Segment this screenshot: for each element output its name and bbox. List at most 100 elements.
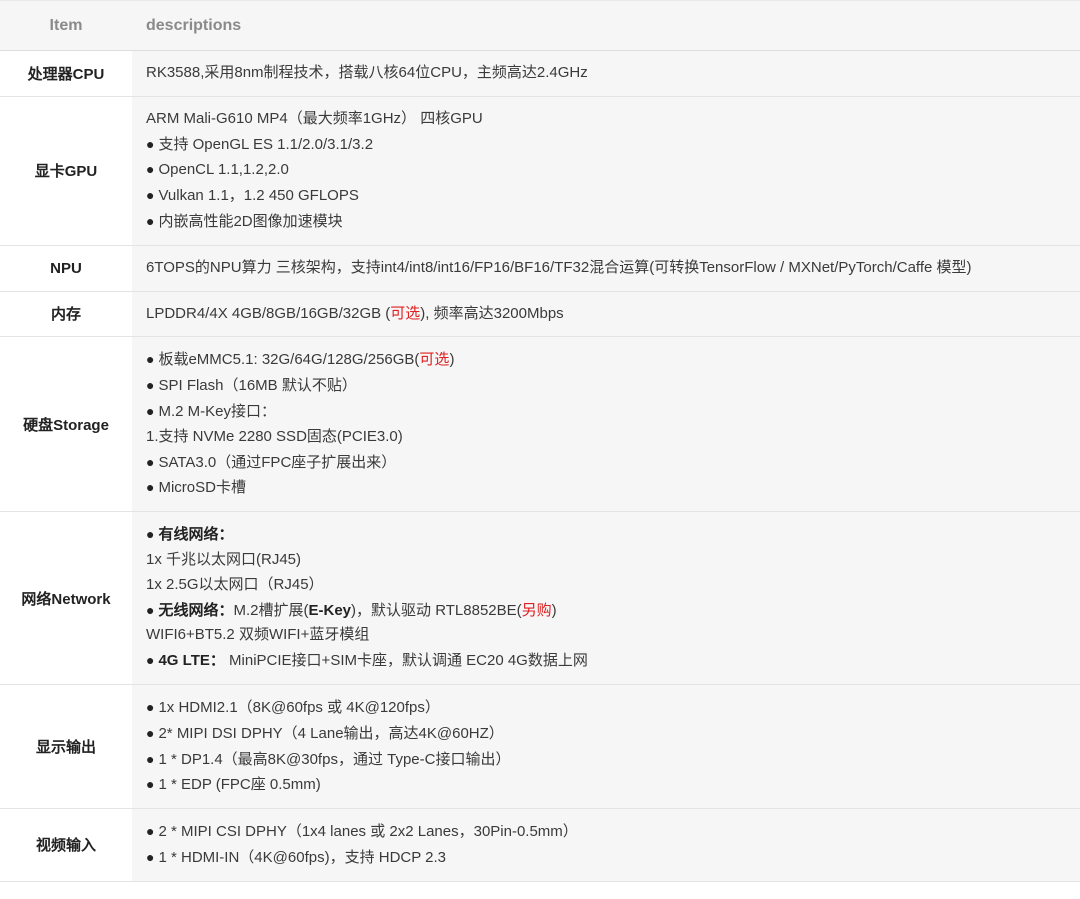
spec-item-label: 视频输入 bbox=[0, 808, 132, 882]
description-line: ● SPI Flash（16MB 默认不贴） bbox=[146, 373, 1080, 399]
table-header-row: Item descriptions bbox=[0, 0, 1080, 51]
highlight-text: 可选 bbox=[390, 304, 421, 322]
spec-description: ● 有线网络： 1x 千兆以太网口(RJ45) 1x 2.5G以太网口（RJ45） ● 无… bbox=[132, 511, 1080, 685]
table-row: 视频输入 ● 2 * MIPI CSI DPHY（1x4 lanes 或 2x2 L… bbox=[0, 808, 1080, 882]
description-line: ● 1 * EDP (FPC座 0.5mm) bbox=[146, 772, 1080, 798]
highlight-text: 另购 bbox=[521, 601, 552, 619]
description-text: RK3588,采用8nm制程技术，搭载八核64位CPU，主频高达2.4GHz bbox=[146, 64, 588, 81]
bullet-icon: ● bbox=[146, 351, 155, 368]
description-line: ● 1x HDMI2.1（8K@60fps 或 4K@120fps） bbox=[146, 695, 1080, 721]
spec-item-label: 网络Network bbox=[0, 511, 132, 685]
column-header-descriptions: descriptions bbox=[132, 0, 1080, 51]
bullet-icon: ● bbox=[146, 161, 155, 178]
description-line: ● 内嵌高性能2D图像加速模块 bbox=[146, 209, 1080, 235]
description-text: )，默认驱动 RTL8852BE( bbox=[351, 601, 522, 619]
description-line: ● Vulkan 1.1，1.2 450 GFLOPS bbox=[146, 183, 1080, 209]
description-line: ● 有线网络： bbox=[146, 522, 1080, 548]
bullet-icon: ● bbox=[146, 776, 155, 793]
spec-item-label: 硬盘Storage bbox=[0, 336, 132, 513]
description-text: LPDDR4/4X 4GB/8GB/16GB/32GB ( bbox=[146, 304, 391, 322]
description-text: 支持 OpenGL ES 1.1/2.0/3.1/3.2 bbox=[158, 135, 374, 153]
table-row: 内存 LPDDR4/4X 4GB/8GB/16GB/32GB (可选), 频率高达… bbox=[0, 291, 1080, 338]
bullet-icon: ● bbox=[146, 526, 155, 543]
description-line: ● MicroSD卡槽 bbox=[146, 475, 1080, 501]
description-text: 1x HDMI2.1（8K@60fps 或 4K@120fps） bbox=[158, 698, 440, 716]
spec-item-label: 显示输出 bbox=[0, 684, 132, 810]
description-text: SATA3.0（通过FPC座子扩展出来） bbox=[158, 453, 397, 471]
spec-description: 6TOPS的NPU算力 三核架构，支持int4/int8/int16/FP16/… bbox=[132, 245, 1080, 292]
description-line: 6TOPS的NPU算力 三核架构，支持int4/int8/int16/FP16/… bbox=[146, 256, 1080, 281]
bullet-icon: ● bbox=[146, 453, 155, 470]
spec-description: ● 板载eMMC5.1: 32G/64G/128G/256GB(可选) ● SPI F… bbox=[132, 336, 1080, 513]
highlight-text: 可选 bbox=[419, 351, 450, 369]
description-line: ● 4G LTE： MiniPCIE接口+SIM卡座，默认调通 EC20 4G数据… bbox=[146, 648, 1080, 674]
description-text: 内嵌高性能2D图像加速模块 bbox=[158, 212, 343, 230]
table-row: 显示输出 ● 1x HDMI2.1（8K@60fps 或 4K@120fps） ● 2*… bbox=[0, 684, 1080, 810]
bullet-icon: ● bbox=[146, 377, 155, 394]
column-header-item: Item bbox=[0, 0, 132, 51]
description-text: 2* MIPI DSI DPHY（4 Lane输出，高达4K@60HZ） bbox=[158, 724, 504, 742]
bullet-icon: ● bbox=[146, 698, 155, 715]
bullet-icon: ● bbox=[146, 479, 155, 496]
spec-description: ARM Mali-G610 MP4（最大频率1GHz） 四核GPU ● 支持 Ope… bbox=[132, 96, 1080, 246]
spec-table: Item descriptions 处理器CPU RK3588,采用8nm制程技术… bbox=[0, 0, 1080, 882]
bullet-icon: ● bbox=[146, 750, 155, 767]
table-body: 处理器CPU RK3588,采用8nm制程技术，搭载八核64位CPU，主频高达2.… bbox=[0, 50, 1080, 882]
bullet-icon: ● bbox=[146, 212, 155, 229]
table-row: 显卡GPU ARM Mali-G610 MP4（最大频率1GHz） 四核GPU ● 支… bbox=[0, 96, 1080, 246]
description-text: 2 * MIPI CSI DPHY（1x4 lanes 或 2x2 Lanes，… bbox=[158, 823, 578, 841]
spec-item-label: NPU bbox=[0, 245, 132, 292]
bold-text: 4G LTE： bbox=[158, 652, 225, 670]
bullet-icon: ● bbox=[146, 848, 155, 865]
bullet-icon: ● bbox=[146, 402, 155, 419]
description-text: Vulkan 1.1，1.2 450 GFLOPS bbox=[158, 187, 359, 205]
description-text: 1 * DP1.4（最高8K@30fps，通过 Type-C接口输出） bbox=[158, 750, 511, 768]
bullet-icon: ● bbox=[146, 823, 155, 840]
description-line: ● 1 * HDMI-IN（4K@60fps)，支持 HDCP 2.3 bbox=[146, 845, 1080, 871]
description-line: ● 2* MIPI DSI DPHY（4 Lane输出，高达4K@60HZ） bbox=[146, 721, 1080, 747]
bold-text: 无线网络： bbox=[158, 601, 234, 619]
description-line: ● 1 * DP1.4（最高8K@30fps，通过 Type-C接口输出） bbox=[146, 747, 1080, 773]
description-line: ● SATA3.0（通过FPC座子扩展出来） bbox=[146, 450, 1080, 476]
description-line: 1.支持 NVMe 2280 SSD固态(PCIE3.0) bbox=[146, 425, 1080, 450]
description-text: MicroSD卡槽 bbox=[158, 479, 246, 497]
description-text: ) bbox=[551, 601, 557, 619]
description-line: ● 无线网络：M.2槽扩展(E-Key)，默认驱动 RTL8852BE(另购) bbox=[146, 598, 1080, 624]
description-text: SPI Flash（16MB 默认不贴） bbox=[158, 377, 357, 395]
description-line: WIFI6+BT5.2 双频WIFI+蓝牙模组 bbox=[146, 623, 1080, 648]
spec-item-label: 内存 bbox=[0, 291, 132, 338]
spec-item-label: 显卡GPU bbox=[0, 96, 132, 246]
spec-description: ● 2 * MIPI CSI DPHY（1x4 lanes 或 2x2 Lanes… bbox=[132, 808, 1080, 882]
description-text: OpenCL 1.1,1.2,2.0 bbox=[158, 161, 289, 179]
description-text: 1x 2.5G以太网口（RJ45） bbox=[146, 575, 324, 593]
bold-text: 有线网络： bbox=[158, 526, 234, 544]
table-row: NPU 6TOPS的NPU算力 三核架构，支持int4/int8/int16/FP… bbox=[0, 245, 1080, 292]
description-text: 1x 千兆以太网口(RJ45) bbox=[146, 550, 302, 568]
description-line: LPDDR4/4X 4GB/8GB/16GB/32GB (可选), 频率高达32… bbox=[146, 302, 1080, 327]
description-text: 板载eMMC5.1: 32G/64G/128G/256GB( bbox=[158, 351, 420, 369]
description-text: MiniPCIE接口+SIM卡座，默认调通 EC20 4G数据上网 bbox=[224, 652, 588, 670]
spec-item-label: 处理器CPU bbox=[0, 50, 132, 97]
description-text: 1 * HDMI-IN（4K@60fps)，支持 HDCP 2.3 bbox=[158, 848, 446, 866]
description-text: ), 频率高达3200Mbps bbox=[420, 304, 564, 322]
table-row: 处理器CPU RK3588,采用8nm制程技术，搭载八核64位CPU，主频高达2.… bbox=[0, 50, 1080, 97]
description-text: 6TOPS的NPU算力 三核架构，支持int4/int8/int16/FP16/… bbox=[146, 258, 972, 276]
description-line: ARM Mali-G610 MP4（最大频率1GHz） 四核GPU bbox=[146, 107, 1080, 132]
description-line: ● 板载eMMC5.1: 32G/64G/128G/256GB(可选) bbox=[146, 347, 1080, 373]
description-text: ARM Mali-G610 MP4（最大频率1GHz） 四核GPU bbox=[146, 109, 483, 127]
description-text: M.2槽扩展( bbox=[233, 601, 309, 619]
description-line: ● M.2 M-Key接口： bbox=[146, 399, 1080, 425]
description-text: WIFI6+BT5.2 双频WIFI+蓝牙模组 bbox=[146, 626, 370, 644]
description-line: ● OpenCL 1.1,1.2,2.0 bbox=[146, 157, 1080, 183]
bullet-icon: ● bbox=[146, 187, 155, 204]
spec-description: LPDDR4/4X 4GB/8GB/16GB/32GB (可选), 频率高达32… bbox=[132, 291, 1080, 338]
description-text: 1.支持 NVMe 2280 SSD固态(PCIE3.0) bbox=[146, 427, 403, 445]
spec-description: RK3588,采用8nm制程技术，搭载八核64位CPU，主频高达2.4GHz bbox=[132, 50, 1080, 97]
description-text: M.2 M-Key接口： bbox=[158, 402, 276, 420]
bullet-icon: ● bbox=[146, 724, 155, 741]
description-text: ) bbox=[449, 351, 455, 369]
description-line: RK3588,采用8nm制程技术，搭载八核64位CPU，主频高达2.4GHz bbox=[146, 61, 1080, 86]
table-row: 网络Network ● 有线网络： 1x 千兆以太网口(RJ45) 1x 2.5G以太网… bbox=[0, 511, 1080, 685]
description-text: 1 * EDP (FPC座 0.5mm) bbox=[158, 776, 321, 794]
bullet-icon: ● bbox=[146, 135, 155, 152]
